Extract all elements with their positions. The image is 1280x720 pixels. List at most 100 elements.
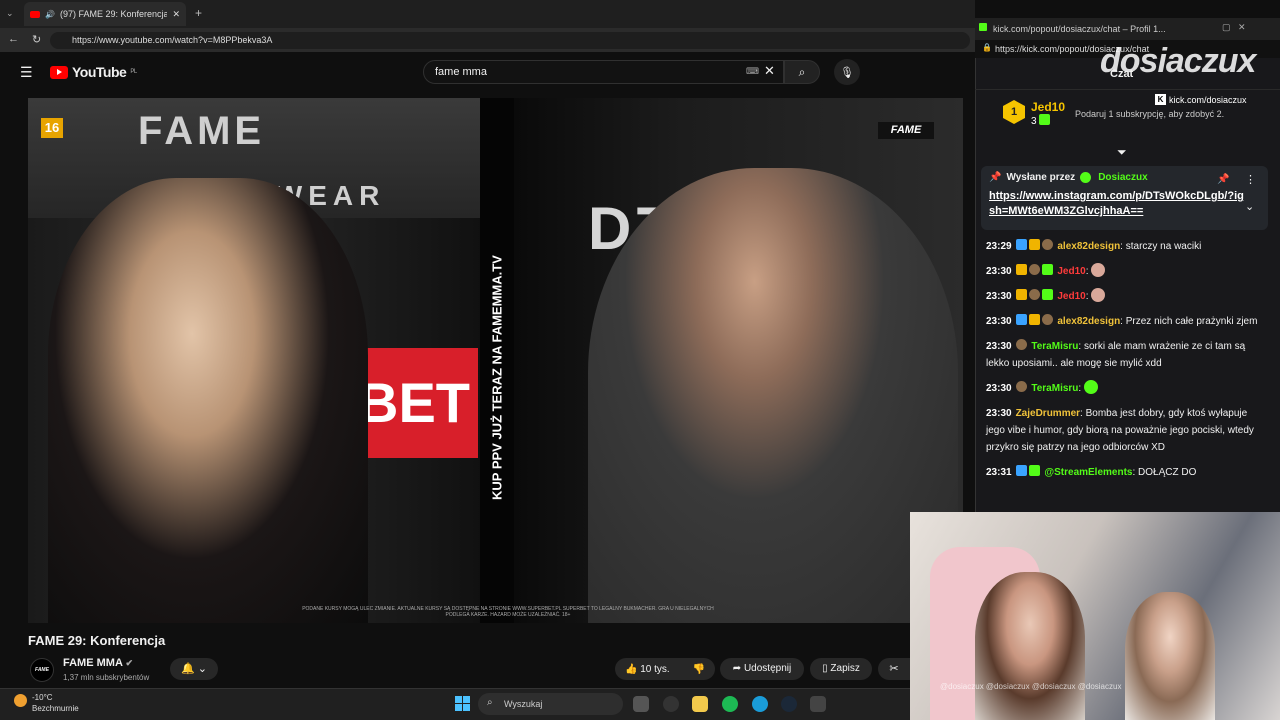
notification-bell-button[interactable]: 🔔 ⌄ xyxy=(170,658,218,680)
kick-channel-link: Kkick.com/dosiaczux xyxy=(1155,94,1247,105)
edge-icon[interactable] xyxy=(752,696,768,712)
bear-badge-icon xyxy=(1015,381,1027,392)
bookmark-icon: ▯ xyxy=(822,663,828,674)
chevron-down-icon: ⌄ xyxy=(197,663,207,675)
pinned-link[interactable]: https://www.instagram.com/p/DTsWOkcDLgb/… xyxy=(989,189,1244,219)
gifter-count: 3 xyxy=(1031,114,1065,127)
share-icon: ➦ xyxy=(732,663,742,674)
task-view-icon[interactable] xyxy=(633,696,649,712)
video-player[interactable]: FAME TSWEAR BET DZ KUP PPV JUŻ TERAZ NA … xyxy=(28,98,963,623)
bear-badge-icon xyxy=(1028,264,1040,275)
channel-name-text: FAME MMA xyxy=(63,657,123,669)
chat-message[interactable]: 23:30 Jed10: xyxy=(986,263,1261,280)
youtube-play-icon xyxy=(50,65,68,79)
message-user[interactable]: alex82design xyxy=(1057,241,1120,252)
hamburger-menu-icon[interactable]: ☰ xyxy=(20,64,33,81)
message-time: 23:31 xyxy=(986,467,1012,478)
crown-badge-icon xyxy=(1015,289,1027,300)
chat-message[interactable]: 23:31 @StreamElements: DOŁĄCZ DO xyxy=(986,464,1261,481)
clip-button[interactable]: ✂ xyxy=(878,658,910,680)
message-time: 23:30 xyxy=(986,383,1012,394)
gifter-name: Jed10 xyxy=(1031,100,1066,114)
app-icon[interactable] xyxy=(663,696,679,712)
thumbs-down-icon[interactable]: 👎 xyxy=(693,664,705,675)
message-text: Przez nich całe prażynki zjem xyxy=(1125,316,1258,327)
weather-widget[interactable]: -10°C Bezchmurnie xyxy=(14,692,79,714)
window-controls[interactable]: ▢ ✕ xyxy=(1222,22,1246,33)
clear-search-icon[interactable]: ✕ xyxy=(764,63,775,79)
steam-icon[interactable] xyxy=(781,696,797,712)
face-emote-icon xyxy=(1091,288,1106,302)
region-code: PL xyxy=(130,69,137,75)
message-user[interactable]: ZajeDrummer xyxy=(1016,408,1080,419)
reload-icon[interactable]: ↻ xyxy=(32,33,41,46)
weather-desc: Bezchmurnie xyxy=(32,704,79,713)
obs-icon[interactable] xyxy=(810,696,826,712)
message-user[interactable]: @StreamElements xyxy=(1044,467,1132,478)
message-user[interactable]: alex82design xyxy=(1057,316,1120,327)
voice-search-button[interactable]: 🎙 xyxy=(834,59,860,85)
share-button[interactable]: ➦ Udostępnij xyxy=(720,658,804,680)
filter-icon[interactable]: ⏷ xyxy=(1117,145,1127,160)
video-title: FAME 29: Konferencja xyxy=(28,633,166,648)
thumbs-up-icon: 👍 xyxy=(625,663,638,675)
message-user[interactable]: Jed10 xyxy=(1057,266,1085,277)
windows-start-icon[interactable] xyxy=(455,696,470,711)
like-dislike-group[interactable]: 👍 10 tys. 👎 xyxy=(615,658,715,680)
tab-close-icon[interactable]: ✕ xyxy=(172,9,180,20)
chat-message[interactable]: 23:29 alex82design: starczy na waciki xyxy=(986,238,1261,255)
message-user[interactable]: Jed10 xyxy=(1057,291,1085,302)
fame-logo-badge: FAME xyxy=(878,122,934,139)
lock-icon: 🔒 xyxy=(982,43,992,52)
gift-icon xyxy=(1039,114,1051,125)
crown-badge-icon xyxy=(1028,239,1040,250)
chat-message-list: 23:29 alex82design: starczy na waciki 23… xyxy=(986,238,1261,489)
more-options-icon[interactable]: ⋮ xyxy=(1245,173,1256,186)
message-time: 23:29 xyxy=(986,241,1012,252)
badge-icon xyxy=(1015,239,1027,250)
gift-subscription-prompt[interactable]: Podaruj 1 subskrypcję, aby zdobyć 2. xyxy=(1075,108,1235,120)
bear-badge-icon xyxy=(1028,289,1040,300)
tab-title: (97) FAME 29: Konferencja - Yo xyxy=(59,9,168,19)
banner-text: FAME xyxy=(138,109,266,153)
expand-chevron-icon[interactable]: ⌄ xyxy=(1245,200,1254,213)
like-button[interactable]: 👍 10 tys. xyxy=(625,664,670,675)
chat-header-label: Czat xyxy=(1110,68,1134,80)
search-input[interactable]: fame mma xyxy=(423,60,784,84)
search-button[interactable]: ⌕ xyxy=(784,60,820,84)
spotify-icon[interactable] xyxy=(722,696,738,712)
taskbar-search[interactable]: Wyszukaj xyxy=(478,693,623,715)
chat-message[interactable]: 23:30 alex82design: Przez nich całe praż… xyxy=(986,313,1261,330)
browser-tab[interactable]: 🔊 (97) FAME 29: Konferencja - Yo ✕ xyxy=(24,2,186,26)
crown-badge-icon xyxy=(1028,314,1040,325)
message-time: 23:30 xyxy=(986,341,1012,352)
channel-name[interactable]: FAME MMA ✔ xyxy=(63,657,133,669)
bell-icon: 🔔 xyxy=(181,663,195,675)
chat-message[interactable]: 23:30 ZajeDrummer: Bomba jest dobry, gdy … xyxy=(986,405,1261,456)
back-icon[interactable]: ← xyxy=(8,33,19,45)
message-user[interactable]: TeraMisru xyxy=(1031,341,1078,352)
keyboard-icon[interactable]: ⌨ xyxy=(746,66,759,77)
ppv-promo-text: KUP PPV JUŻ TERAZ NA FAMEMMA.TV xyxy=(489,255,505,501)
chat-message[interactable]: 23:30 TeraMisru: sorki ale mam wrażenie … xyxy=(986,338,1261,372)
new-tab-icon[interactable]: + xyxy=(195,6,202,20)
tab-list-chevron-icon[interactable]: ⌄ xyxy=(6,8,14,19)
webcam-overlay: @dosiaczux @dosiaczux @dosiaczux @dosiac… xyxy=(910,512,1280,720)
chat-message[interactable]: 23:30 TeraMisru: xyxy=(986,380,1261,397)
speaker-icon[interactable]: 🔊 xyxy=(45,10,55,19)
unpin-icon[interactable]: 📌 xyxy=(1217,174,1229,185)
save-button[interactable]: ▯ Zapisz xyxy=(810,658,872,680)
url-field[interactable]: https://www.youtube.com/watch?v=M8PPbekv… xyxy=(50,32,970,49)
message-user[interactable]: TeraMisru xyxy=(1031,383,1078,394)
taskbar-search-icon: ⌕ xyxy=(487,697,493,708)
share-label: Udostępnij xyxy=(743,663,792,674)
chat-message[interactable]: 23:30 Jed10: xyxy=(986,288,1261,305)
file-explorer-icon[interactable] xyxy=(692,696,708,712)
youtube-logo[interactable]: YouTube PL xyxy=(50,64,137,80)
badge-icon xyxy=(1015,465,1027,476)
scissors-icon: ✂ xyxy=(889,663,899,675)
top-gifter[interactable]: 1 Jed10 3 xyxy=(1003,100,1065,127)
channel-avatar[interactable]: FAME xyxy=(30,658,54,682)
message-time: 23:30 xyxy=(986,266,1012,277)
bear-badge-icon xyxy=(1015,339,1027,350)
